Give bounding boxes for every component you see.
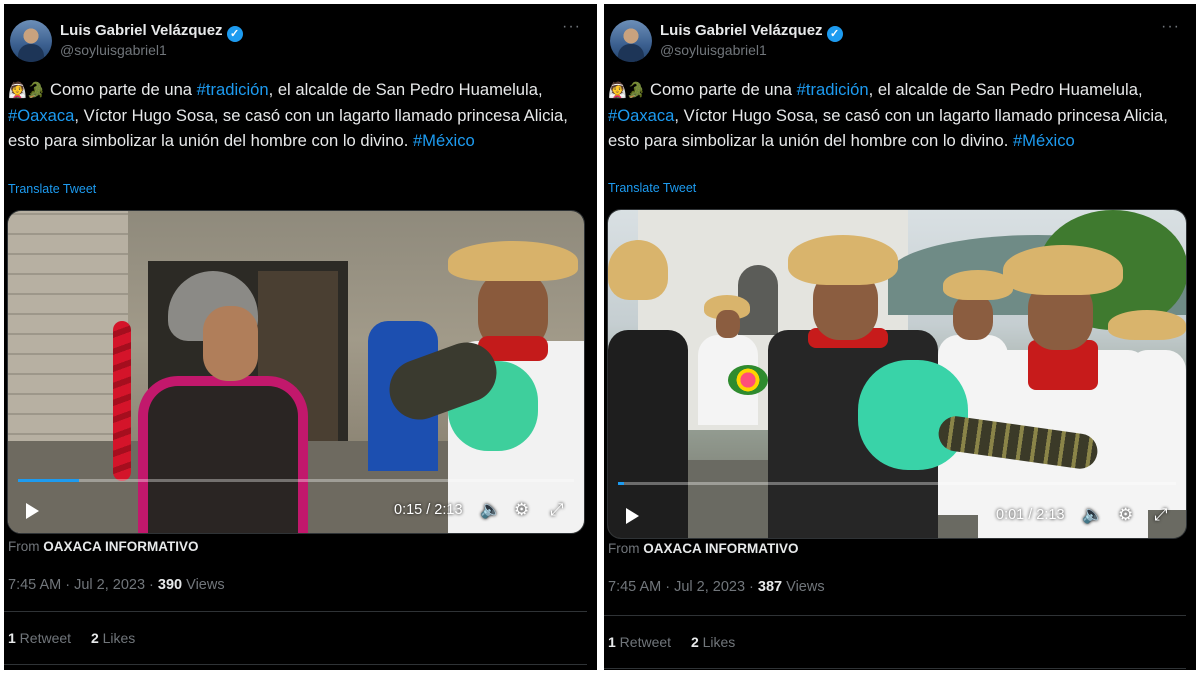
hashtag-link[interactable]: #tradición — [797, 80, 869, 99]
views-label: Views — [182, 577, 225, 593]
author-handle[interactable]: @soyluisgabriel1 — [60, 42, 167, 58]
video-time: 0:01 / 2:13 — [996, 507, 1065, 523]
likes-stat[interactable]: 2 Likes — [691, 634, 735, 650]
tweet-text-part: Como parte de una — [45, 80, 197, 99]
author-name[interactable]: Luis Gabriel Velázquez ✓ — [60, 22, 243, 42]
video-source: From OAXACA INFORMATIVO — [8, 539, 199, 554]
author-name-text[interactable]: Luis Gabriel Velázquez — [60, 22, 223, 39]
hashtag-link[interactable]: #Oaxaca — [8, 106, 74, 125]
divider — [4, 611, 587, 612]
hashtag-link[interactable]: #Oaxaca — [608, 106, 674, 125]
play-icon[interactable] — [26, 503, 39, 519]
hashtag-link[interactable]: #México — [1013, 131, 1075, 150]
engagement-stats: 1 Retweet 2 Likes — [608, 634, 751, 650]
gear-icon[interactable]: ⚙ — [1118, 505, 1133, 525]
translate-tweet-link[interactable]: Translate Tweet — [8, 182, 96, 196]
video-player[interactable]: 0:15 / 2:13 🔈 ⚙ ⤢ — [7, 210, 585, 534]
likes-count: 2 — [690, 634, 699, 650]
from-source-link[interactable]: OAXACA INFORMATIVO — [643, 541, 798, 556]
translate-tweet-link[interactable]: Translate Tweet — [608, 181, 696, 195]
retweets-label: Retweet — [15, 630, 72, 646]
expand-icon[interactable]: ⤢ — [1154, 505, 1168, 525]
tweet-text: 👰🐊 Como parte de una #tradición, el alca… — [8, 77, 593, 153]
expand-icon[interactable]: ⤢ — [550, 500, 564, 520]
engagement-stats: 1 Retweet 2 Likes — [8, 630, 151, 646]
video-progress-bar[interactable] — [618, 482, 1176, 485]
more-options-icon[interactable]: ··· — [562, 18, 581, 36]
bride-crocodile-emoji: 👰🐊 — [8, 82, 46, 99]
divider — [604, 668, 1186, 669]
video-frame — [8, 211, 584, 533]
retweets-count: 1 — [608, 634, 616, 650]
play-icon[interactable] — [626, 508, 639, 524]
volume-icon[interactable]: 🔈 — [480, 500, 501, 520]
verified-badge-icon: ✓ — [226, 26, 243, 42]
retweets-stat[interactable]: 1 Retweet — [608, 634, 671, 650]
views-label: Views — [782, 579, 825, 595]
volume-icon[interactable]: 🔈 — [1082, 505, 1103, 525]
views-count: 387 — [757, 579, 783, 595]
tweet-meta: 7:45 AM · Jul 2, 2023 · 387 Views — [608, 579, 825, 595]
tweet-card-right: Luis Gabriel Velázquez ✓ @soyluisgabriel1… — [604, 4, 1196, 670]
more-options-icon[interactable]: ··· — [1161, 18, 1180, 36]
tweet-meta: 7:45 AM · Jul 2, 2023 · 390 Views — [8, 577, 225, 593]
tweet-text-part: , el alcalde de San Pedro Huamelula, — [268, 80, 543, 99]
from-label: From — [8, 539, 44, 554]
tweet-card-left: Luis Gabriel Velázquez ✓ @soyluisgabriel1… — [4, 4, 597, 670]
tweet-text-part: , Víctor Hugo Sosa, se casó con un lagar… — [608, 106, 1168, 150]
video-source: From OAXACA INFORMATIVO — [608, 541, 799, 556]
likes-label: Likes — [698, 634, 736, 650]
author-name[interactable]: Luis Gabriel Velázquez ✓ — [660, 22, 843, 42]
video-time: 0:15 / 2:13 — [394, 502, 463, 518]
tweet-text-part: Como parte de una — [645, 80, 797, 99]
tweet-text-part: , Víctor Hugo Sosa, se casó con un lagar… — [8, 106, 568, 150]
tweet-text: 👰🐊 Como parte de una #tradición, el alca… — [608, 77, 1193, 153]
bride-crocodile-emoji: 👰🐊 — [608, 82, 646, 99]
video-frame — [608, 210, 1186, 538]
from-label: From — [608, 541, 644, 556]
avatar[interactable] — [610, 20, 652, 62]
avatar[interactable] — [10, 20, 52, 62]
timestamp[interactable]: 7:45 AM · Jul 2, 2023 · — [608, 579, 758, 595]
gear-icon[interactable]: ⚙ — [514, 500, 529, 520]
tweet-text-part: , el alcalde de San Pedro Huamelula, — [868, 80, 1143, 99]
hashtag-link[interactable]: #México — [413, 131, 475, 150]
timestamp[interactable]: 7:45 AM · Jul 2, 2023 · — [8, 577, 158, 593]
retweets-stat[interactable]: 1 Retweet — [8, 630, 71, 646]
from-source-link[interactable]: OAXACA INFORMATIVO — [43, 539, 198, 554]
views-count: 390 — [157, 577, 183, 593]
verified-badge-icon: ✓ — [826, 26, 843, 42]
likes-stat[interactable]: 2 Likes — [91, 630, 135, 646]
author-handle[interactable]: @soyluisgabriel1 — [660, 42, 767, 58]
author-name-text[interactable]: Luis Gabriel Velázquez — [660, 22, 823, 39]
retweets-label: Retweet — [615, 634, 672, 650]
divider — [604, 615, 1186, 616]
likes-label: Likes — [98, 630, 136, 646]
divider — [4, 664, 587, 665]
video-progress-bar[interactable] — [18, 479, 574, 482]
video-player[interactable]: 0:01 / 2:13 🔈 ⚙ ⤢ — [607, 209, 1187, 539]
hashtag-link[interactable]: #tradición — [197, 80, 269, 99]
likes-count: 2 — [90, 630, 99, 646]
retweets-count: 1 — [8, 630, 16, 646]
